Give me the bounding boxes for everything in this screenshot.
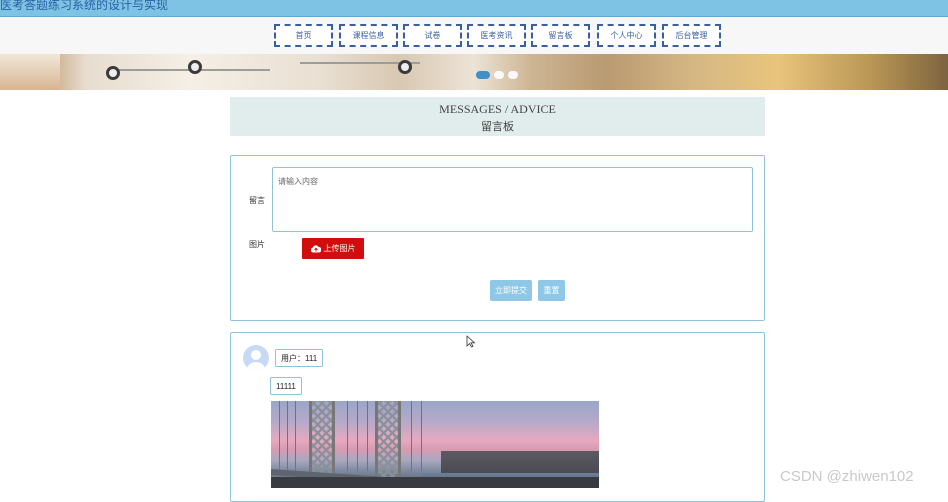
image-decor: [287, 401, 288, 471]
post-image: [271, 401, 599, 488]
title-bar: 医考答题练习系统的设计与实现: [0, 0, 948, 17]
heading-chinese: 留言板: [481, 121, 514, 133]
image-decor: [411, 401, 412, 471]
image-decor: [347, 401, 348, 471]
banner-decor: [188, 60, 202, 74]
nav-item-admin[interactable]: 后台管理: [662, 24, 721, 47]
avatar: [243, 345, 269, 371]
site-title: 医考答题练习系统的设计与实现: [0, 0, 169, 12]
image-decor: [279, 401, 280, 471]
banner-carousel[interactable]: [0, 54, 948, 90]
avatar-head: [251, 350, 261, 360]
section-heading: MESSAGES / ADVICE 留言板: [230, 97, 765, 136]
top-nav: 首页 课程信息 试卷 医考资讯 留言板 个人中心 后台管理: [0, 17, 948, 54]
image-decor: [375, 401, 401, 488]
nav-item-courses[interactable]: 课程信息: [339, 24, 398, 47]
nav-item-profile[interactable]: 个人中心: [597, 24, 656, 47]
carousel-dot[interactable]: [476, 71, 490, 79]
image-label: 图片: [249, 240, 265, 249]
carousel-indicators: [476, 71, 518, 79]
nav-item-home[interactable]: 首页: [274, 24, 333, 47]
watermark: CSDN @zhiwen102: [780, 468, 914, 485]
image-decor: [295, 401, 296, 471]
submit-button[interactable]: 立即提交: [490, 280, 532, 301]
upload-image-button[interactable]: 上传图片: [302, 238, 364, 259]
image-decor: [357, 401, 358, 471]
message-input[interactable]: [272, 167, 753, 232]
carousel-dot[interactable]: [494, 71, 504, 79]
message-label: 留言: [249, 196, 265, 205]
image-decor: [421, 401, 422, 471]
upload-image-label: 上传图片: [323, 244, 356, 253]
nav-item-exams[interactable]: 试卷: [403, 24, 462, 47]
carousel-dot[interactable]: [508, 71, 518, 79]
heading-english: MESSAGES / ADVICE: [439, 102, 556, 116]
cloud-upload-icon: [310, 244, 321, 253]
post-content: 11111: [270, 377, 302, 395]
banner-decor: [398, 60, 412, 74]
message-form: 留言 图片 上传图片 立即提交 重置: [230, 155, 765, 321]
image-decor: [367, 401, 368, 471]
message-list: 用户：111 11111: [230, 332, 765, 502]
banner-decor: [106, 66, 120, 80]
image-decor: [271, 477, 599, 488]
avatar-body: [246, 362, 266, 371]
nav-item-news[interactable]: 医考资讯: [467, 24, 526, 47]
mouse-cursor-icon: [466, 335, 476, 348]
post-username: 用户：111: [275, 349, 324, 367]
nav-item-message-board[interactable]: 留言板: [531, 24, 590, 47]
banner-decor: [0, 54, 60, 90]
reset-button[interactable]: 重置: [538, 280, 565, 301]
